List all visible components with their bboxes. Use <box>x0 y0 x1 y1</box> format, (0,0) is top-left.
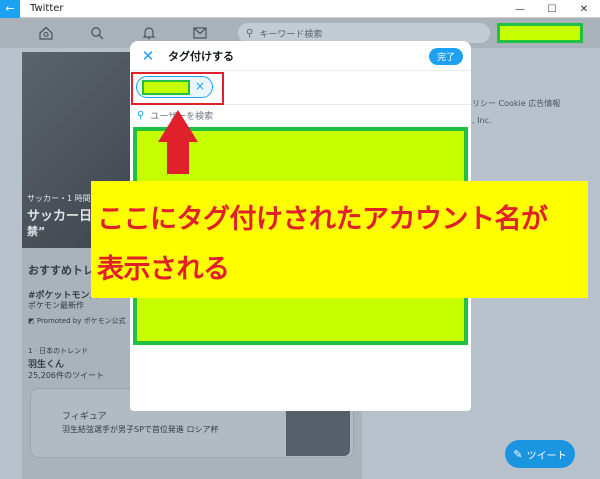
promoted-icon: ◩ <box>28 317 37 325</box>
messages-envelope-icon[interactable] <box>192 25 208 41</box>
footer-links[interactable]: リシー Cookie 広告情報 <box>472 98 560 109</box>
arrow-left-icon: ← <box>5 2 15 15</box>
close-dialog-button[interactable]: ✕ <box>138 46 158 66</box>
app-title: Twitter <box>30 3 64 14</box>
redacted-profile-highlight <box>497 23 583 43</box>
red-arrow-up-icon <box>158 110 198 142</box>
maximize-button[interactable]: ☐ <box>536 0 568 18</box>
minimize-button[interactable]: — <box>504 0 536 18</box>
notifications-bell-icon[interactable] <box>141 25 157 41</box>
tweet-button[interactable]: ✎ ツイート <box>505 440 575 468</box>
window-controls: — ☐ ✕ <box>504 0 600 18</box>
trends-heading: おすすめトレ <box>28 264 94 277</box>
keyword-search-placeholder: キーワード検索 <box>259 29 323 40</box>
remove-tag-icon[interactable]: × <box>195 79 205 93</box>
trend2-name[interactable]: 羽生くん <box>28 357 64 370</box>
hero-category: サッカー・1 時間前 <box>27 194 99 203</box>
trend1-promoted-text: Promoted by ポケモン公式 <box>36 317 126 325</box>
trend2-count: 25,206件のツイート <box>28 371 104 380</box>
keyword-search-input[interactable]: ⚲ キーワード検索 <box>238 23 490 43</box>
tagged-account-chip[interactable]: × <box>136 76 213 98</box>
close-window-button[interactable]: ✕ <box>568 0 600 18</box>
back-button[interactable]: ← <box>0 0 20 18</box>
redacted-account-name <box>142 80 190 95</box>
tweet-button-label: ツイート <box>526 450 567 462</box>
card-thumbnail-image <box>286 408 350 456</box>
red-arrow-stem <box>167 140 189 174</box>
annotation-line2: 表示される <box>97 254 230 285</box>
close-icon: ✕ <box>141 47 155 65</box>
explore-search-icon[interactable] <box>89 25 105 41</box>
window-titlebar: ← Twitter — ☐ ✕ <box>0 0 600 18</box>
trend1-desc: ポケモン最新作 <box>28 301 84 310</box>
dialog-header: ✕ タグ付けする 完了 <box>130 41 471 71</box>
annotation-callout: ここにタグ付けされたアカウント名が 表示される <box>91 181 588 298</box>
trend2-meta: 1 · 日本のトレンド <box>28 347 89 355</box>
dialog-title: タグ付けする <box>168 50 234 63</box>
annotation-line1: ここにタグ付けされたアカウント名が <box>97 204 548 235</box>
trend1-promoted: ◩ Promoted by ポケモン公式 <box>28 316 126 326</box>
footer-copyright: , Inc. <box>472 116 492 125</box>
hero-title-line2: 禁” <box>27 225 46 238</box>
done-button[interactable]: 完了 <box>428 48 463 65</box>
compose-feather-icon: ✎ <box>513 447 523 461</box>
card-text: 羽生結弦選手が男子SPで首位発進 ロシア杯 <box>62 425 219 434</box>
card-category: フィギュア <box>62 412 107 422</box>
tagged-accounts-area: × <box>130 71 471 105</box>
home-icon[interactable] <box>38 25 54 41</box>
search-icon: ⚲ <box>246 27 254 39</box>
search-icon: ⚲ <box>137 109 145 121</box>
hero-title-line1: サッカー日 <box>27 209 93 224</box>
